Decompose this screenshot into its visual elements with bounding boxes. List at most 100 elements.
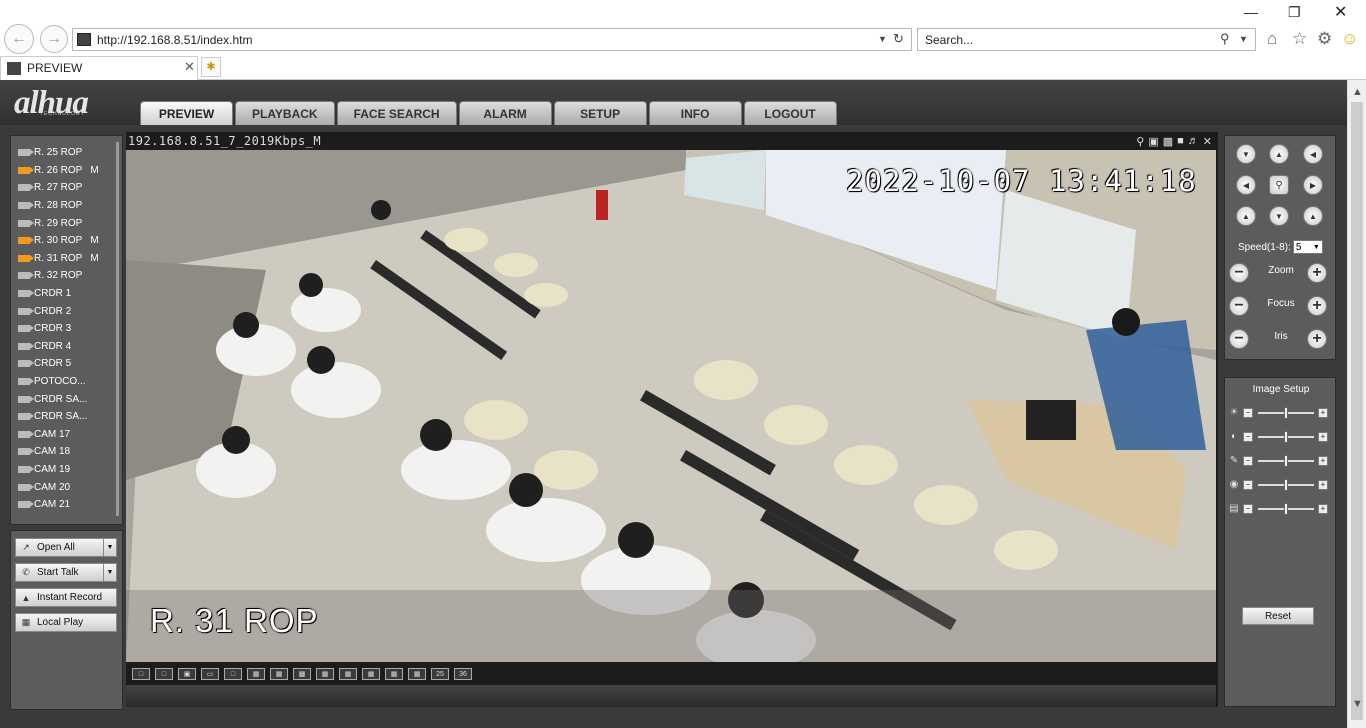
camera-list-item[interactable]: CRDR 4	[11, 338, 115, 356]
camera-list-item[interactable]: POTOCO...	[11, 373, 115, 391]
ptz-down-right-button[interactable]: ▲	[1303, 206, 1323, 226]
local-play-button[interactable]: ▦ Local Play	[15, 613, 117, 632]
slider-knob[interactable]	[1284, 431, 1288, 443]
reset-button[interactable]: Reset	[1242, 607, 1314, 625]
snapshot-icon[interactable]: ▣	[1148, 135, 1158, 148]
ptz-up-right-button[interactable]: ◀	[1303, 144, 1323, 164]
camera-list-item[interactable]: CRDR 3	[11, 320, 115, 338]
open-all-dropdown-icon[interactable]: ▼	[103, 539, 116, 556]
close-video-icon[interactable]: ✕	[1203, 135, 1212, 148]
zoom-plus-button[interactable]: +	[1307, 263, 1327, 283]
nav-tab-logout[interactable]: LOGOUT	[743, 101, 837, 125]
layout-button-9[interactable]: ▦	[316, 668, 334, 680]
slider-knob[interactable]	[1284, 479, 1288, 491]
camera-list-item[interactable]: CRDR 2	[11, 302, 115, 320]
restore-icon[interactable]: ❐	[1288, 4, 1301, 21]
camera-list-item[interactable]: CRDR 1	[11, 285, 115, 303]
nav-tab-alarm[interactable]: ALARM	[458, 101, 552, 125]
iris-minus-button[interactable]: −	[1229, 329, 1249, 349]
layout-button-5[interactable]: □	[224, 668, 242, 680]
slider-knob[interactable]	[1284, 503, 1288, 515]
nav-tab-playback[interactable]: PLAYBACK	[235, 101, 335, 125]
slider-decrease-button[interactable]: −	[1243, 408, 1253, 418]
audio-icon[interactable]: ♬	[1188, 135, 1199, 148]
new-tab-button[interactable]: ✱	[201, 57, 221, 77]
layout-button-13[interactable]: ▦	[408, 668, 426, 680]
layout-button-14[interactable]: 25	[431, 668, 449, 680]
camera-list-item[interactable]: R. 29 ROP	[11, 214, 115, 232]
address-dropdown-icon[interactable]: ▼	[878, 34, 887, 44]
layout-button-3[interactable]: ▣	[178, 668, 196, 680]
layout-button-1[interactable]: □	[132, 668, 150, 680]
scroll-down-icon[interactable]: ▼	[1352, 698, 1363, 710]
focus-plus-button[interactable]: +	[1307, 296, 1327, 316]
open-all-button[interactable]: ↗ Open All ▼	[15, 538, 117, 557]
layout-button-12[interactable]: ▦	[385, 668, 403, 680]
refresh-icon[interactable]: ↻	[893, 31, 904, 47]
camera-list-item[interactable]: R. 31 ROP M	[11, 250, 115, 268]
slider-decrease-button[interactable]: −	[1243, 432, 1253, 442]
slider-increase-button[interactable]: +	[1318, 456, 1328, 466]
camera-list-item[interactable]: CAM 21	[11, 496, 115, 514]
layout-button-15[interactable]: 36	[454, 668, 472, 680]
address-bar[interactable]: http://192.168.8.51/index.htm ▼ ↻	[72, 28, 912, 51]
layout-button-6[interactable]: ▦	[247, 668, 265, 680]
home-icon[interactable]: ⌂	[1267, 29, 1277, 49]
forward-button[interactable]: →	[40, 25, 68, 53]
nav-tab-info[interactable]: INFO	[648, 101, 742, 125]
ptz-up-button[interactable]: ▲	[1269, 144, 1289, 164]
camera-list-item[interactable]: R. 25 ROP	[11, 144, 115, 162]
zoom-in-icon[interactable]: ⚲	[1136, 135, 1144, 148]
live-video-feed[interactable]: 2022-10-07 13:41:18 R. 31 ROP	[126, 150, 1216, 662]
slider-decrease-button[interactable]: −	[1243, 480, 1253, 490]
ptz-down-left-button[interactable]: ▲	[1236, 206, 1256, 226]
close-window-icon[interactable]: ✕	[1334, 2, 1347, 22]
tab-close-icon[interactable]: ✕	[184, 59, 195, 75]
nav-tab-face-search[interactable]: FACE SEARCH	[336, 101, 457, 125]
slider-increase-button[interactable]: +	[1318, 480, 1328, 490]
camera-list-item[interactable]: CRDR SA...	[11, 408, 115, 426]
search-box[interactable]: Search... ⚲ ▼	[917, 28, 1256, 51]
settings-gear-icon[interactable]: ⚙	[1317, 29, 1332, 49]
slider-decrease-button[interactable]: −	[1243, 504, 1253, 514]
ptz-left-button[interactable]: ◀	[1236, 175, 1256, 195]
slider-knob[interactable]	[1284, 455, 1288, 467]
camera-icon[interactable]: ▩	[1163, 135, 1173, 148]
camera-list-item[interactable]: CAM 20	[11, 478, 115, 496]
camera-list-item[interactable]: R. 27 ROP	[11, 179, 115, 197]
layout-button-8[interactable]: ▩	[293, 668, 311, 680]
ptz-center-button[interactable]: ⚲	[1269, 175, 1289, 195]
camera-list-item[interactable]: CAM 17	[11, 426, 115, 444]
nav-tab-preview[interactable]: PREVIEW	[140, 101, 233, 125]
ptz-up-left-button[interactable]: ▼	[1236, 144, 1256, 164]
ptz-speed-select[interactable]: 5 ▼	[1292, 240, 1323, 254]
camera-list-item[interactable]: CRDR SA...	[11, 390, 115, 408]
camera-list-item[interactable]: R. 32 ROP	[11, 267, 115, 285]
camera-list-item[interactable]: R. 28 ROP	[11, 197, 115, 215]
camera-list-item[interactable]: R. 26 ROP M	[11, 162, 115, 180]
slider-increase-button[interactable]: +	[1318, 408, 1328, 418]
start-talk-dropdown-icon[interactable]: ▼	[103, 564, 116, 581]
scrollbar-thumb[interactable]	[1351, 102, 1363, 720]
favorites-star-icon[interactable]: ☆	[1292, 29, 1307, 49]
camera-list-item[interactable]: CRDR 5	[11, 355, 115, 373]
layout-button-10[interactable]: ▦	[339, 668, 357, 680]
page-scrollbar[interactable]: ▲ ▼	[1347, 80, 1366, 728]
search-dropdown-icon[interactable]: ▼	[1239, 34, 1248, 44]
start-talk-button[interactable]: ✆ Start Talk ▼	[15, 563, 117, 582]
zoom-minus-button[interactable]: −	[1229, 263, 1249, 283]
iris-plus-button[interactable]: +	[1307, 329, 1327, 349]
slider-increase-button[interactable]: +	[1318, 432, 1328, 442]
camera-list-item[interactable]: CAM 18	[11, 443, 115, 461]
slider-decrease-button[interactable]: −	[1243, 456, 1253, 466]
minimize-icon[interactable]: —	[1244, 4, 1258, 20]
layout-button-7[interactable]: ▦	[270, 668, 288, 680]
search-input[interactable]: Search...	[925, 33, 973, 47]
slider-increase-button[interactable]: +	[1318, 504, 1328, 514]
smiley-feedback-icon[interactable]: ☺	[1341, 29, 1358, 49]
camera-list-item[interactable]: CAM 19	[11, 461, 115, 479]
scroll-up-icon[interactable]: ▲	[1352, 86, 1363, 98]
record-icon[interactable]: ■	[1177, 135, 1184, 148]
nav-tab-setup[interactable]: SETUP	[553, 101, 647, 125]
ptz-right-button[interactable]: ▶	[1303, 175, 1323, 195]
